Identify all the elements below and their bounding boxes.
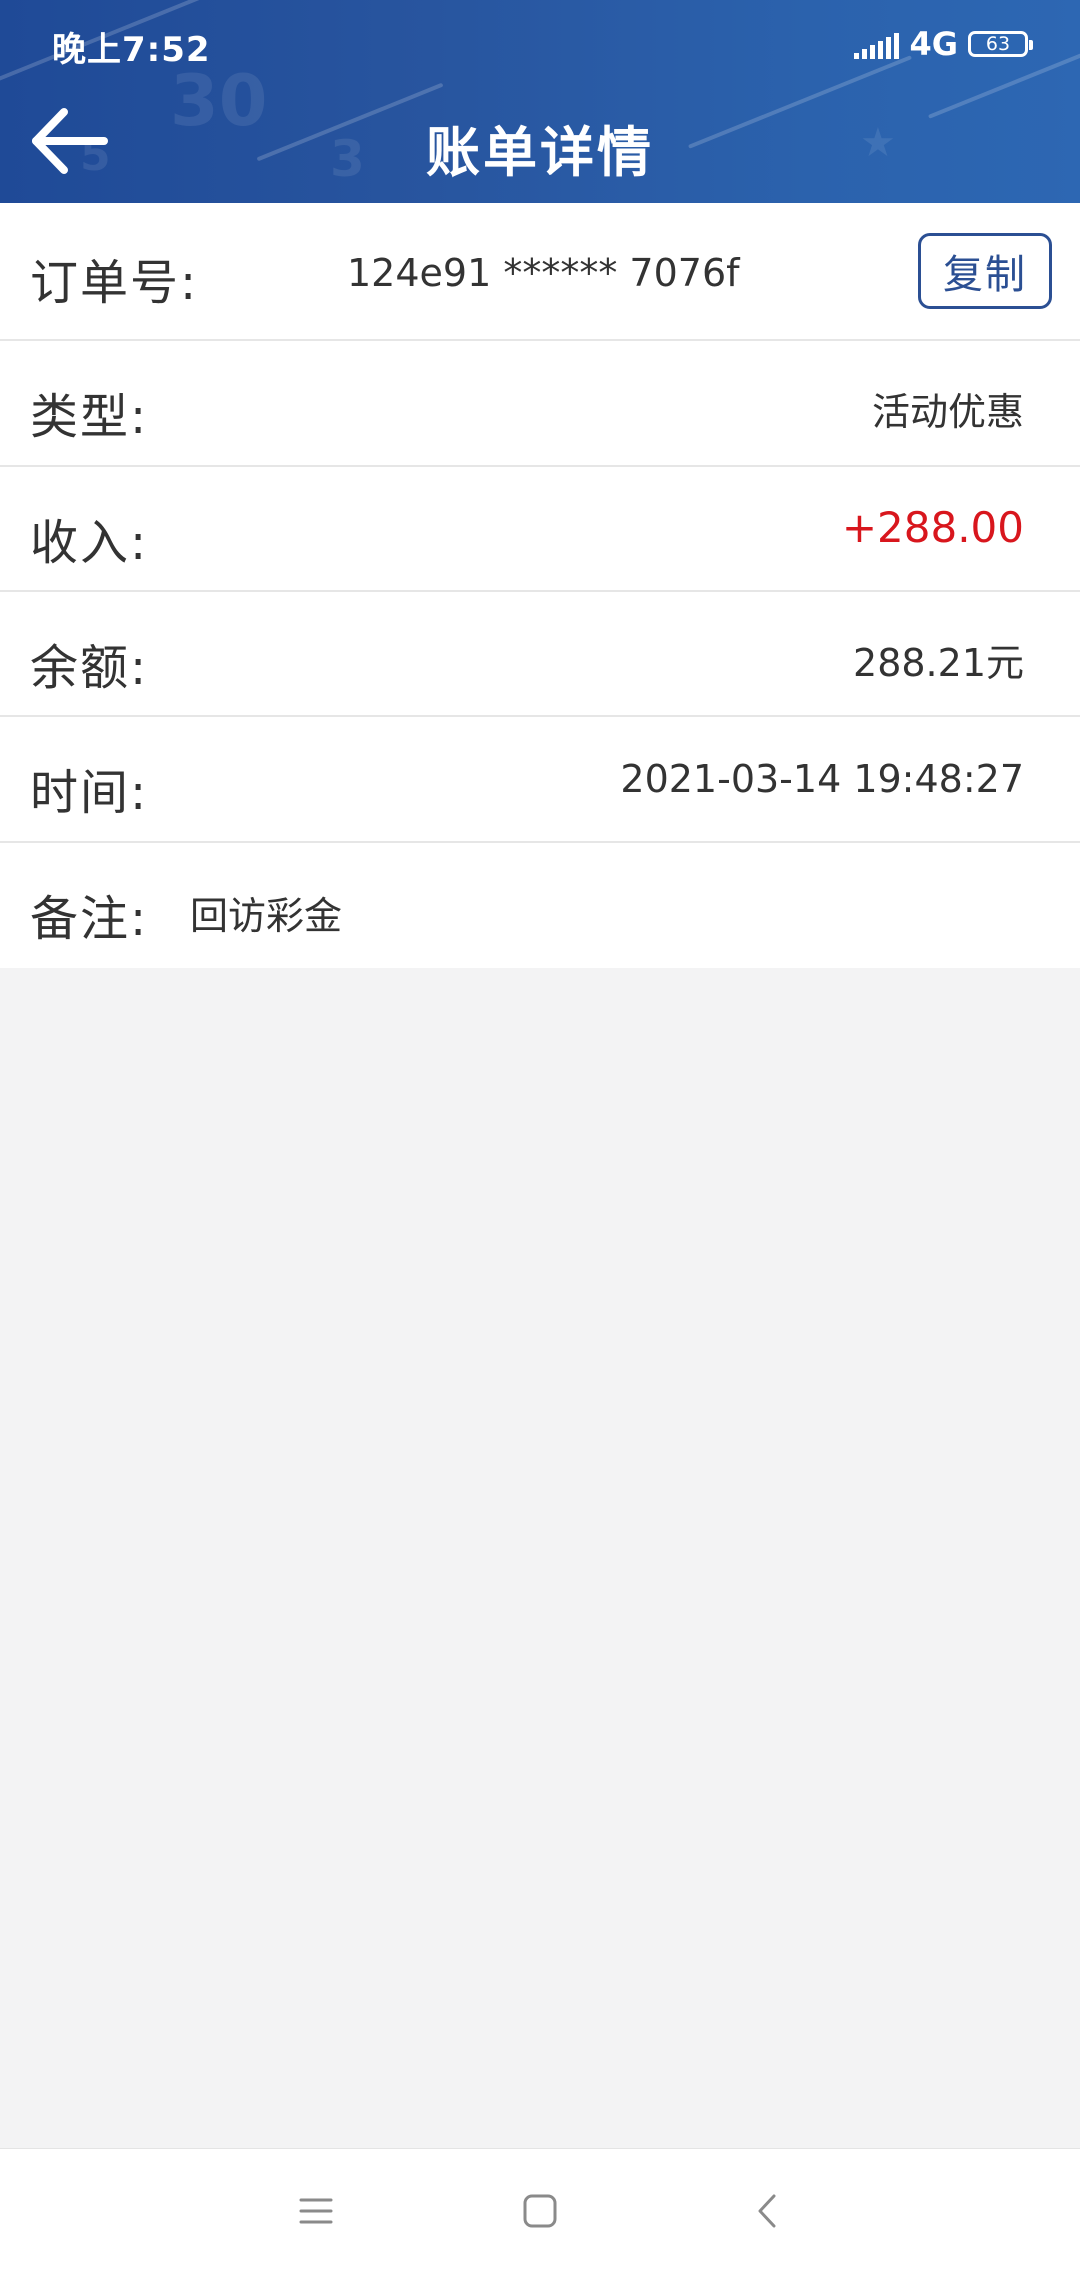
page-title: 账单详情 — [426, 121, 654, 184]
status-indicators: 4G 63 — [854, 24, 1033, 64]
menu-button[interactable] — [298, 2193, 334, 2233]
balance-row: 余额: 288.21元 — [0, 592, 1080, 717]
type-label: 类型: — [30, 389, 149, 445]
type-row: 类型: 活动优惠 — [0, 341, 1080, 467]
order-number-value: 124e91 ****** 7076f — [347, 251, 740, 295]
balance-value: 288.21元 — [853, 641, 1024, 685]
note-row: 备注: 回访彩金 — [0, 843, 1080, 968]
balance-label: 余额: — [30, 640, 149, 696]
system-navbar — [0, 2148, 1080, 2281]
income-label: 收入: — [30, 515, 149, 571]
income-row: 收入: +288.00 — [0, 467, 1080, 592]
system-back-button[interactable] — [750, 2193, 786, 2233]
battery-level: 63 — [985, 33, 1011, 55]
time-value: 2021-03-14 19:48:27 — [620, 757, 1024, 801]
type-value: 活动优惠 — [871, 390, 1024, 434]
income-value: +288.00 — [841, 503, 1024, 552]
note-label: 备注: — [30, 891, 149, 947]
menu-icon — [299, 2198, 333, 2224]
chevron-left-icon — [758, 2194, 776, 2228]
home-button[interactable] — [522, 2193, 558, 2233]
home-square-icon — [523, 2194, 557, 2228]
status-time: 晚上7:52 — [52, 30, 211, 70]
order-label: 订单号: — [30, 255, 199, 311]
app-header: 30 5 3 ★ 晚上7:52 4G 63 账单详情 — [0, 0, 1080, 203]
time-label: 时间: — [30, 765, 149, 821]
signal-icon — [854, 29, 900, 59]
network-type: 4G — [909, 25, 958, 63]
time-row: 时间: 2021-03-14 19:48:27 — [0, 717, 1080, 843]
note-value: 回访彩金 — [190, 894, 343, 938]
copy-button[interactable]: 复制 — [918, 233, 1052, 309]
battery-icon: 63 — [968, 31, 1033, 57]
order-number-row: 订单号: 124e91 ****** 7076f 复制 — [0, 203, 1080, 341]
